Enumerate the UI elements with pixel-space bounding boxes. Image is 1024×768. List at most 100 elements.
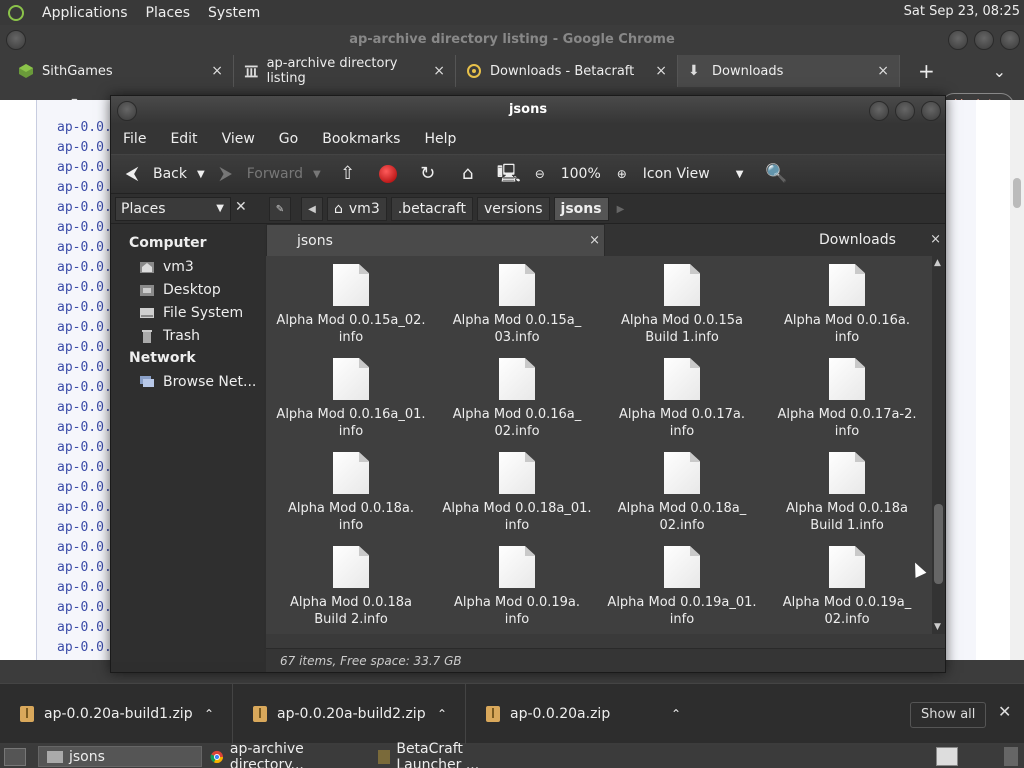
listing-link[interactable]: ap-0.0. [57,240,112,255]
maximize-button[interactable] [895,101,915,121]
listing-link[interactable]: ap-0.0. [57,560,112,575]
file-item[interactable]: Alpha Mod 0.0.18a_ 02.info [607,452,757,534]
file-item[interactable]: Alpha Mod 0.0.19a. info [442,546,592,628]
close-shelf-icon[interactable]: ✕ [998,702,1011,721]
sidebar-item-vm3[interactable]: vm3 [111,255,264,278]
scroll-down-icon[interactable]: ▼ [934,622,941,632]
crumb-betacraft[interactable]: .betacraft [390,197,473,221]
listing-link[interactable]: ap-0.0. [57,620,112,635]
window-menu-icon[interactable] [117,101,137,121]
applications-menu[interactable]: Applications [42,5,128,21]
menu-file[interactable]: File [123,131,146,147]
file-item[interactable]: Alpha Mod 0.0.15a_02. info [276,264,426,346]
crumb-versions[interactable]: versions [476,197,550,221]
sidebar-item-desktop[interactable]: Desktop [111,278,264,301]
file-item[interactable]: Alpha Mod 0.0.15a Build 1.info [607,264,757,346]
file-item[interactable]: Alpha Mod 0.0.17a. info [607,358,757,440]
panel-clock[interactable]: Sat Sep 23, 08:25 [904,4,1020,19]
listing-link[interactable]: ap-0.0. [57,420,112,435]
sidebar-places-select[interactable]: Places ▼ [115,197,231,221]
listing-link[interactable]: ap-0.0. [57,380,112,395]
sidebar-item-browse-network[interactable]: Browse Net... [111,370,264,393]
window-menu-icon[interactable] [6,30,26,50]
menu-go[interactable]: Go [279,131,298,147]
scroll-thumb[interactable] [934,504,943,584]
file-item[interactable]: Alpha Mod 0.0.18a Build 2.info [276,546,426,628]
listing-link[interactable]: ap-0.0. [57,180,112,195]
chevron-up-icon[interactable]: ⌃ [204,707,214,721]
forward-button[interactable]: Forward [247,166,303,182]
back-button[interactable]: Back [153,166,187,182]
listing-link[interactable]: ap-0.0. [57,160,112,175]
page-scrollbar[interactable] [1010,100,1024,660]
minimize-button[interactable] [948,30,968,50]
home-folder-icon[interactable]: ⌂ [457,163,479,185]
listing-link[interactable]: ap-0.0. [57,440,112,455]
listing-link[interactable]: ap-0.0. [57,580,112,595]
listing-link[interactable]: ap-0.0. [57,540,112,555]
tab-close-icon[interactable]: × [655,63,667,79]
minimize-button[interactable] [869,101,889,121]
tab-close-icon[interactable]: × [877,63,889,79]
tab-downloads-betacraft[interactable]: Downloads - Betacraft × [456,55,678,87]
stop-icon[interactable] [378,165,397,183]
listing-link[interactable]: ap-0.0. [57,140,112,155]
tab-search-button[interactable]: ⌄ [993,62,1006,81]
close-button[interactable] [1000,30,1020,50]
tab-ap-archive[interactable]: ap-archive directory listing × [234,55,456,87]
forward-history-dropdown-icon[interactable]: ▼ [313,169,321,180]
back-history-dropdown-icon[interactable]: ▼ [197,169,205,180]
maximize-button[interactable] [974,30,994,50]
listing-link[interactable]: ap-0.0. [57,640,112,655]
listing-link[interactable]: ap-0.0. [57,260,112,275]
zoom-level[interactable]: 100% [561,166,601,182]
file-item[interactable]: Alpha Mod 0.0.19a_ 02.info [772,546,922,628]
menu-edit[interactable]: Edit [170,131,197,147]
path-scroll-right-icon[interactable]: ▶ [617,204,625,215]
file-item[interactable]: Alpha Mod 0.0.16a. info [772,264,922,346]
listing-link[interactable]: ap-0.0. [57,460,112,475]
close-sidebar-icon[interactable]: ✕ [235,199,247,215]
menu-bookmarks[interactable]: Bookmarks [322,131,400,147]
zoom-in-icon[interactable]: ⊕ [611,163,633,185]
download-item[interactable]: ap-0.0.20a-build2.zip ⌃ [233,683,466,744]
listing-link[interactable]: ap-0.0. [57,320,112,335]
menu-view[interactable]: View [222,131,255,147]
search-icon[interactable]: 🔍 [765,163,787,185]
edit-location-icon[interactable]: ✎ [269,197,291,221]
listing-link[interactable]: ap-0.0. [57,600,112,615]
tab-jsons[interactable]: jsons × [266,224,605,256]
listing-link[interactable]: ap-0.0. [57,200,112,215]
up-arrow-icon[interactable]: ⇧ [337,163,359,185]
listing-link[interactable]: ap-0.0. [57,500,112,515]
new-tab-button[interactable]: + [918,59,935,83]
file-view-scrollbar[interactable]: ▲ ▼ [932,256,945,634]
file-item[interactable]: Alpha Mod 0.0.18a_01. info [442,452,592,534]
show-all-button[interactable]: Show all [910,702,987,728]
tab-sithgames[interactable]: SithGames × [0,55,234,87]
tab-downloads[interactable]: Downloads × [605,224,945,256]
back-arrow-icon[interactable]: ⮜ [121,163,143,185]
path-scroll-left-icon[interactable]: ◀ [301,197,323,221]
chevron-up-icon[interactable]: ⌃ [437,707,447,721]
listing-link[interactable]: ap-0.0. [57,120,112,135]
sidebar-item-trash[interactable]: Trash [111,324,264,347]
file-item[interactable]: Alpha Mod 0.0.15a_ 03.info [442,264,592,346]
show-desktop-icon[interactable] [4,747,26,766]
view-mode-select[interactable]: Icon View [643,166,710,182]
distro-logo-icon[interactable] [8,4,24,21]
page-scroll-thumb[interactable] [1013,178,1021,208]
listing-link[interactable]: ap-0.0. [57,300,112,315]
listing-link[interactable]: ap-0.0. [57,280,112,295]
download-item[interactable]: ap-0.0.20a.zip ⌃ [466,684,699,744]
listing-link[interactable]: ap-0.0. [57,400,112,415]
places-menu[interactable]: Places [146,5,191,21]
listing-link[interactable]: ap-0.0. [57,360,112,375]
task-jsons[interactable]: jsons [38,746,202,767]
chevron-up-icon[interactable]: ⌃ [671,707,681,721]
file-item[interactable]: Alpha Mod 0.0.16a_01. info [276,358,426,440]
crumb-vm3[interactable]: ⌂ vm3 [327,197,387,221]
system-menu[interactable]: System [208,5,260,21]
computer-icon[interactable]: 🖳 [497,163,521,185]
listing-link[interactable]: ap-0.0. [57,480,112,495]
